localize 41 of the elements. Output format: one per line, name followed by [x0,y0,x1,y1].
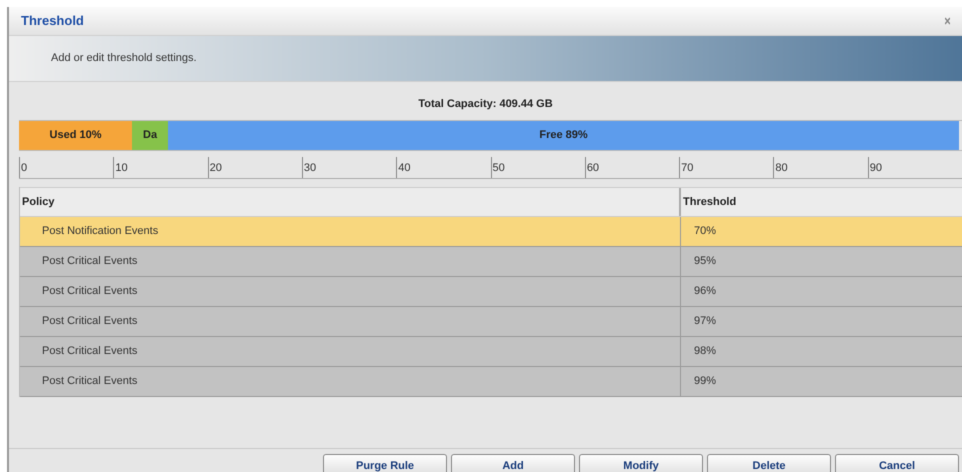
scale-label: 80 [773,157,788,178]
usage-segment: Da [132,121,168,150]
usage-segment: Used 10% [19,121,132,150]
scale-label: 20 [208,157,222,178]
table-cell: Post Critical Events [20,277,682,306]
scale-label: 70 [679,157,694,178]
scale-label: 40 [396,157,410,178]
table-cell-text: 99% [693,374,718,390]
table-cell: Post Critical Events [20,337,682,366]
table-row[interactable]: Post Critical Events 98% [20,337,962,367]
table-cell: Post Notification Events [20,217,682,246]
table-row[interactable]: Post Critical Events 99% [20,367,962,397]
table-cell-text: 95% [693,254,718,270]
dialog-button[interactable]: Purge Rule [323,454,448,472]
usage-segment: Free 89% [168,121,960,150]
close-icon[interactable] [945,17,950,25]
scale-label: 90 [868,157,882,178]
dialog-button[interactable]: Add [451,454,576,472]
table-row[interactable]: Post Critical Events 97% [20,307,962,337]
table-row[interactable]: Post Critical Events 95% [20,247,962,277]
table-cell-text: 97% [693,314,718,330]
capacity-label: Total Capacity: 409.44 GB [418,97,553,112]
table-row[interactable]: Post Critical Events 96% [20,277,962,307]
scale-label: 50 [490,157,505,178]
table-cell: Post Critical Events [20,247,682,276]
table-cell-text: 98% [693,344,718,360]
dialog-button[interactable]: Modify [579,454,704,472]
scale-label: 30 [302,157,316,178]
table-cell-text: 96% [693,284,718,300]
dialog-button[interactable]: Cancel [835,454,960,472]
table-row[interactable]: Post Notification Events 70% [20,217,962,247]
window-title: Threshold [21,12,84,30]
scale-label: 10 [113,157,128,178]
table-cell: Post Critical Events [20,307,682,336]
table-cell-text: 70% [693,224,718,240]
scale-label: 60 [584,157,600,178]
description-text: Add or edit threshold settings. [51,51,197,66]
scale-label: 0 [19,157,28,178]
dialog-button[interactable]: Delete [707,454,832,472]
table-cell: Post Critical Events [20,367,682,396]
column-header: Threshold [682,194,738,210]
